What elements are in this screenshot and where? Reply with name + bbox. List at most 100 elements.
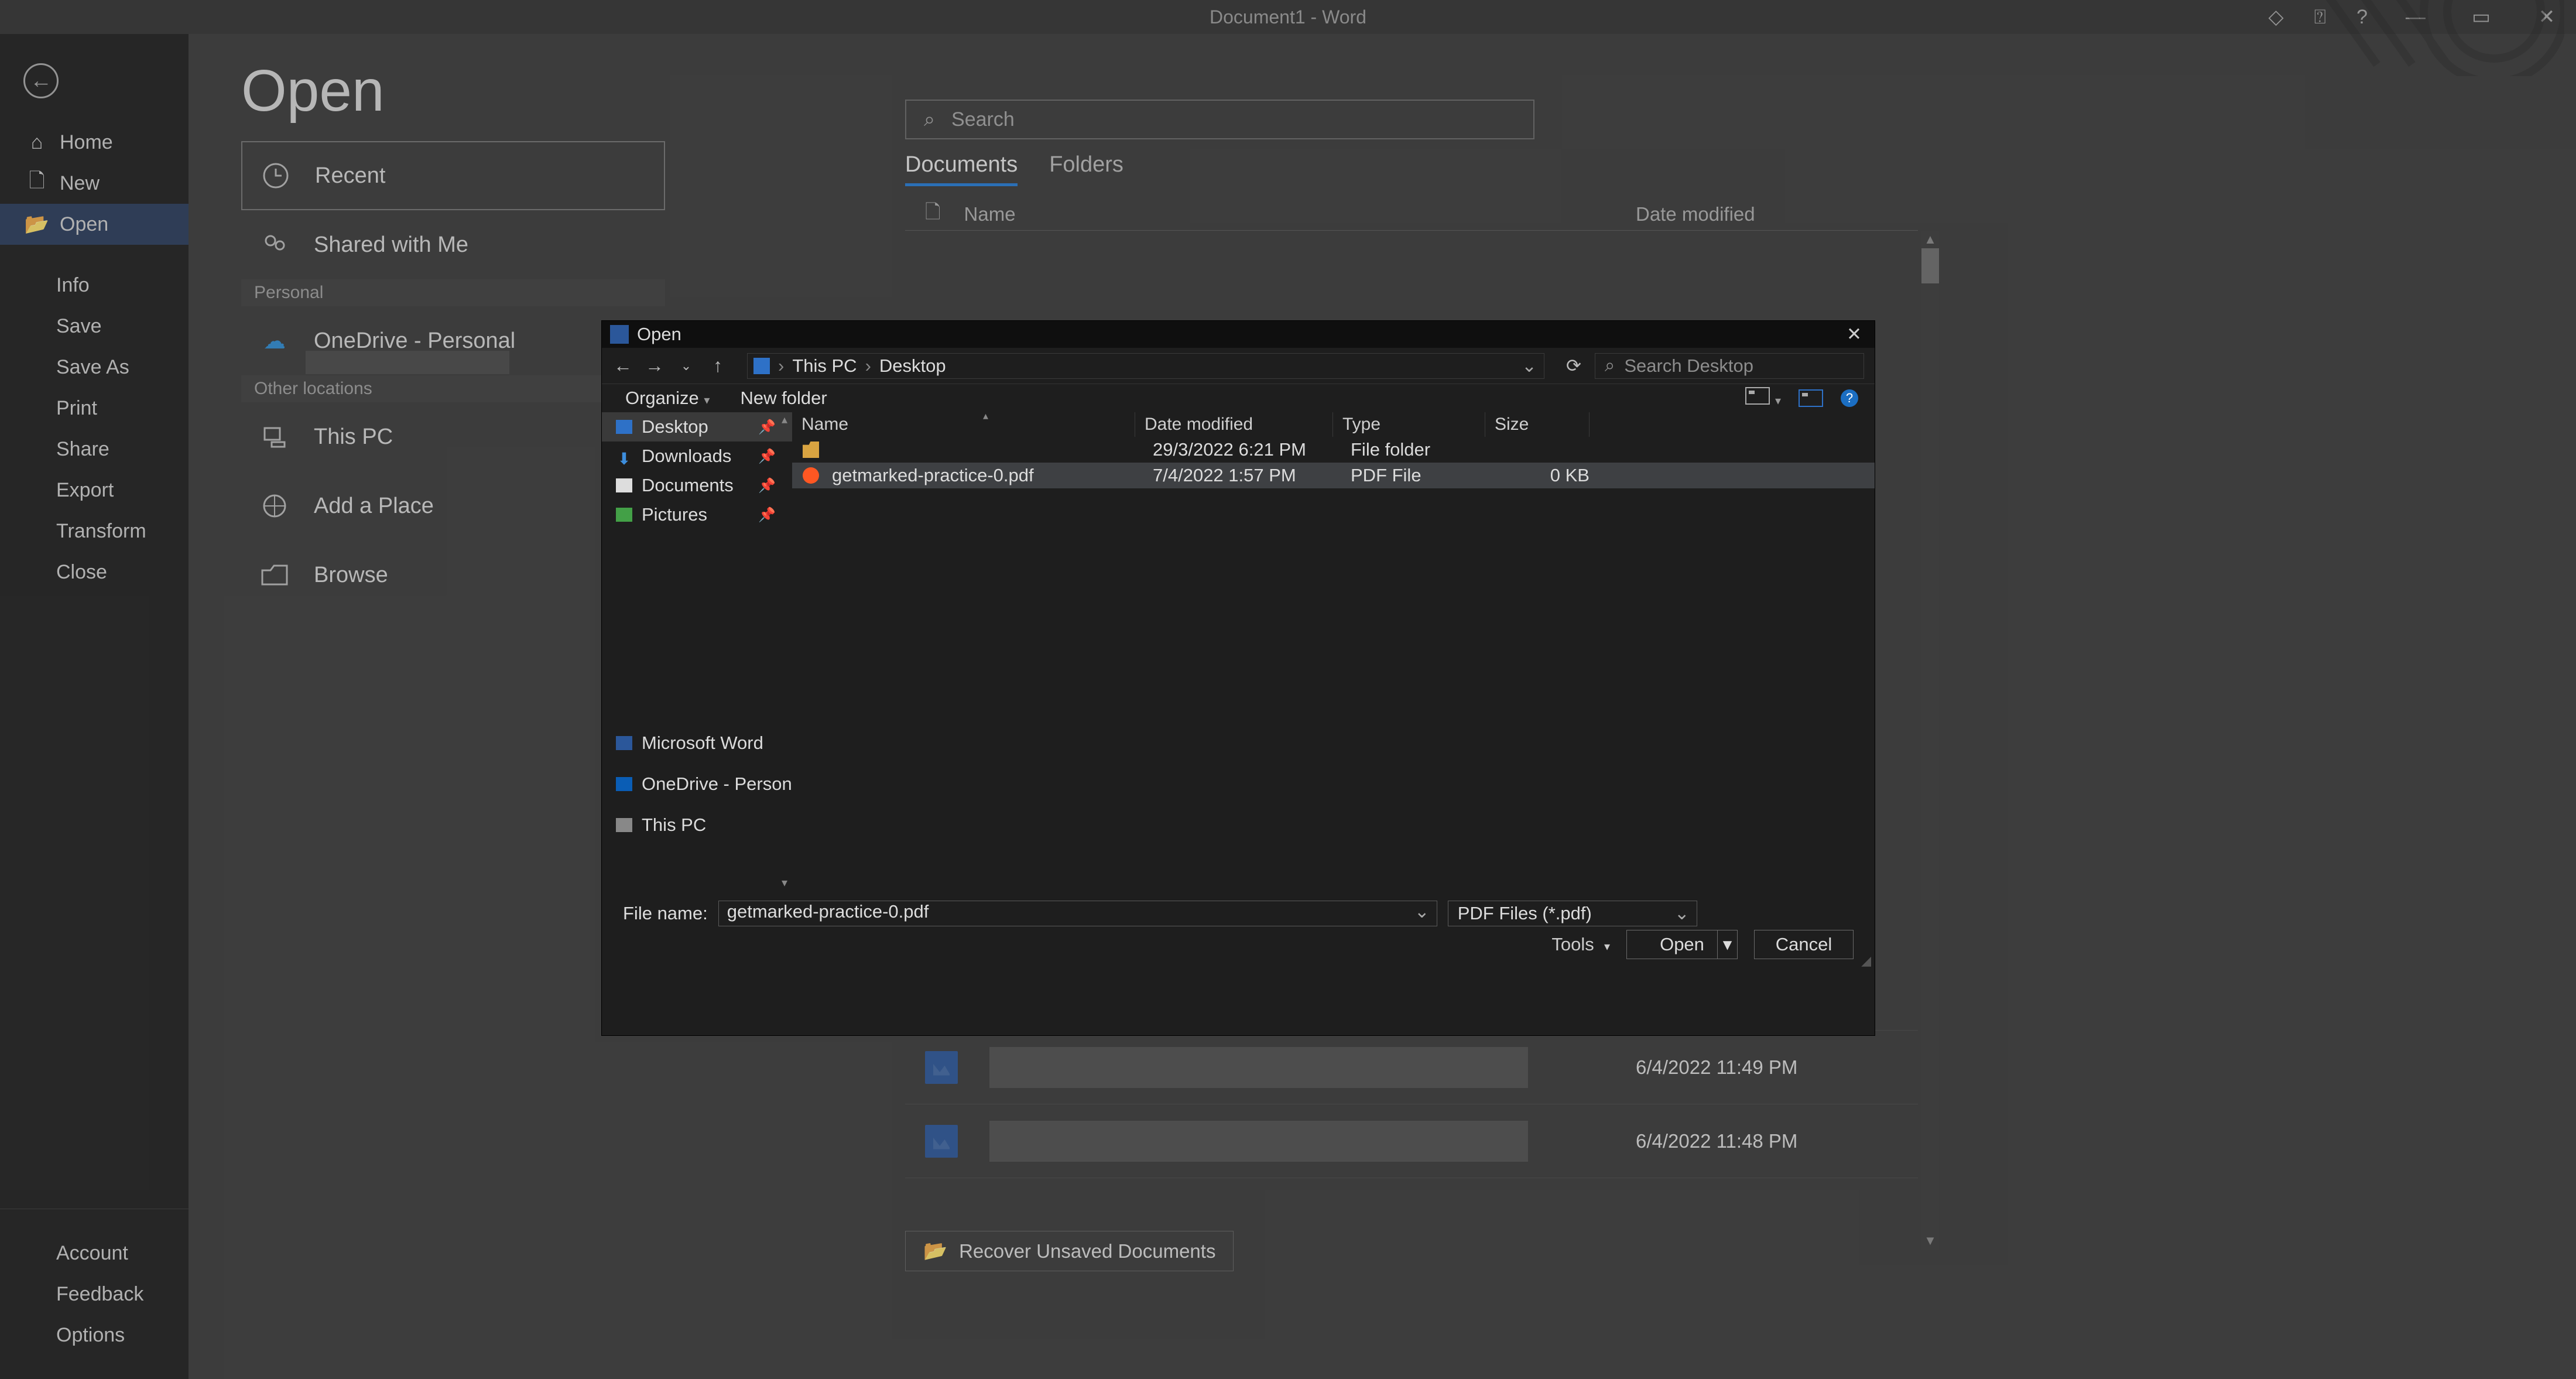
recover-unsaved-button[interactable]: 📂 Recover Unsaved Documents <box>905 1231 1234 1271</box>
filename-value: getmarked-practice-0.pdf <box>727 901 929 922</box>
cancel-button[interactable]: Cancel <box>1754 930 1854 959</box>
pdf-icon <box>803 467 819 484</box>
column-type[interactable]: Type <box>1333 412 1485 437</box>
chevron-down-icon[interactable]: ⌄ <box>1674 903 1690 924</box>
file-row-pdf[interactable]: getmarked-practice-0.pdf 7/4/2022 1:57 P… <box>792 463 1875 488</box>
open-button[interactable]: Open ▾ <box>1626 930 1738 959</box>
tree-item-blank[interactable] <box>602 541 792 570</box>
sidebar-item-transform[interactable]: Transform <box>0 511 189 552</box>
dialog-nav-tree: Desktop📌 ⬇Downloads📌 Documents📌 Pictures… <box>602 412 792 890</box>
scroll-up-icon[interactable]: ▲ <box>1921 231 1939 248</box>
downloads-icon: ⬇ <box>616 449 632 463</box>
word-doc-icon <box>925 1125 958 1158</box>
pin-icon[interactable]: 📌 <box>758 507 776 523</box>
column-size[interactable]: Size <box>1485 412 1590 437</box>
tab-documents[interactable]: Documents <box>905 152 1018 186</box>
scroll-up-icon: ▴ <box>782 412 787 427</box>
scroll-down-icon[interactable]: ▼ <box>1921 1232 1939 1250</box>
chevron-down-icon[interactable]: ⌄ <box>1414 901 1430 922</box>
recent-file-row[interactable]: 6/4/2022 11:49 PM <box>905 1031 1918 1104</box>
tab-folders[interactable]: Folders <box>1049 152 1123 186</box>
crumb-this-pc[interactable]: This PC <box>792 355 857 377</box>
recent-file-date: 6/4/2022 11:48 PM <box>1636 1130 1797 1152</box>
tree-item-documents[interactable]: Documents📌 <box>602 471 792 500</box>
file-type-filter[interactable]: PDF Files (*.pdf) ⌄ <box>1448 901 1697 926</box>
word-app-icon <box>610 325 629 344</box>
clock-icon <box>259 159 293 193</box>
cloud-icon <box>616 777 632 791</box>
sidebar-item-new[interactable]: 🗋New <box>0 163 189 204</box>
sidebar-item-print[interactable]: Print <box>0 388 189 429</box>
pin-icon[interactable]: 📌 <box>758 448 776 465</box>
column-date[interactable]: Date modified <box>1636 203 1755 225</box>
view-mode-button[interactable]: ▾ <box>1745 387 1781 409</box>
sidebar-item-home[interactable]: ⌂Home <box>0 122 189 163</box>
nav-history-icon[interactable]: ⌄ <box>676 358 697 374</box>
sidebar-item-saveas[interactable]: Save As <box>0 347 189 388</box>
tree-item-blank[interactable] <box>602 570 792 600</box>
tree-item-ms-word[interactable]: Microsoft Word <box>602 728 792 758</box>
nav-forward-icon[interactable]: → <box>644 355 665 377</box>
pin-icon[interactable]: 📌 <box>758 477 776 494</box>
dialog-search-placeholder: Search Desktop <box>1624 355 1753 377</box>
recent-scrollbar[interactable]: ▲ ▼ <box>1921 231 1939 1250</box>
sidebar-item-options[interactable]: Options <box>0 1315 189 1356</box>
dialog-search-input[interactable]: ⌕ Search Desktop <box>1595 353 1864 379</box>
file-date: 29/3/2022 6:21 PM <box>1153 439 1351 460</box>
organize-button[interactable]: Organize ▾ <box>625 388 710 409</box>
tree-item-this-pc[interactable]: This PC <box>602 810 792 840</box>
file-name <box>832 439 1153 460</box>
pin-icon[interactable]: 📌 <box>758 419 776 436</box>
tree-item-onedrive[interactable]: OneDrive - Person <box>602 769 792 799</box>
sidebar-item-save[interactable]: Save <box>0 306 189 347</box>
sidebar-item-open[interactable]: 📂Open <box>0 204 189 245</box>
search-input[interactable]: ⌕ Search <box>905 100 1534 139</box>
column-date[interactable]: Date modified <box>1135 412 1333 437</box>
tree-item-downloads[interactable]: ⬇Downloads📌 <box>602 442 792 471</box>
sidebar-item-feedback[interactable]: Feedback <box>0 1274 189 1315</box>
list-view-icon <box>1745 387 1770 405</box>
preview-pane-icon[interactable] <box>1799 389 1823 407</box>
breadcrumb-bar[interactable]: › This PC › Desktop ⌄ <box>747 353 1544 379</box>
sidebar-item-info[interactable]: Info <box>0 265 189 306</box>
open-icon: 📂 <box>27 213 47 236</box>
scroll-down-icon: ▾ <box>782 875 787 890</box>
location-label: Shared with Me <box>314 232 468 258</box>
location-recent[interactable]: Recent <box>241 141 665 210</box>
file-row-folder[interactable]: 29/3/2022 6:21 PM File folder <box>792 437 1875 463</box>
folder-icon: 📂 <box>923 1240 947 1262</box>
location-shared[interactable]: Shared with Me <box>241 210 665 279</box>
help-icon[interactable]: ? <box>1841 389 1858 407</box>
filename-label: File name: <box>623 903 708 924</box>
pc-crumb-icon <box>753 358 770 374</box>
sidebar-item-export[interactable]: Export <box>0 470 189 511</box>
recent-file-date: 6/4/2022 11:49 PM <box>1636 1056 1797 1079</box>
dialog-title: Open <box>637 324 681 345</box>
open-split-icon[interactable]: ▾ <box>1717 930 1737 959</box>
column-name[interactable]: Name <box>964 203 1016 225</box>
crumb-desktop[interactable]: Desktop <box>879 355 946 377</box>
column-name[interactable]: Name▴ <box>792 412 1135 437</box>
nav-back-icon[interactable]: ← <box>612 355 633 377</box>
tools-dropdown[interactable]: Tools ▾ <box>1551 934 1610 955</box>
scroll-thumb[interactable] <box>1921 248 1939 283</box>
nav-up-icon[interactable]: ↑ <box>707 355 728 377</box>
new-folder-button[interactable]: New folder <box>740 388 827 409</box>
chevron-down-icon: ▾ <box>1775 395 1781 408</box>
file-size <box>1503 439 1590 460</box>
refresh-icon[interactable]: ⟳ <box>1563 355 1584 377</box>
sidebar-item-share[interactable]: Share <box>0 429 189 470</box>
tree-item-desktop[interactable]: Desktop📌 <box>602 412 792 442</box>
tree-item-pictures[interactable]: Pictures📌 <box>602 500 792 529</box>
location-label: Recent <box>315 163 385 189</box>
back-button[interactable]: ← <box>23 63 59 98</box>
dialog-close-button[interactable]: ✕ <box>1834 321 1875 348</box>
resize-grip-icon[interactable]: ◢ <box>1861 953 1871 969</box>
crumb-dropdown-icon[interactable]: ⌄ <box>1522 355 1537 377</box>
tree-scrollbar[interactable]: ▴▾ <box>777 412 792 890</box>
sidebar-item-account[interactable]: Account <box>0 1233 189 1274</box>
diamond-icon[interactable]: ◇ <box>2269 5 2284 29</box>
sidebar-item-close[interactable]: Close <box>0 552 189 593</box>
filename-input[interactable]: getmarked-practice-0.pdf ⌄ <box>718 901 1437 926</box>
recent-file-row[interactable]: 6/4/2022 11:48 PM <box>905 1104 1918 1178</box>
